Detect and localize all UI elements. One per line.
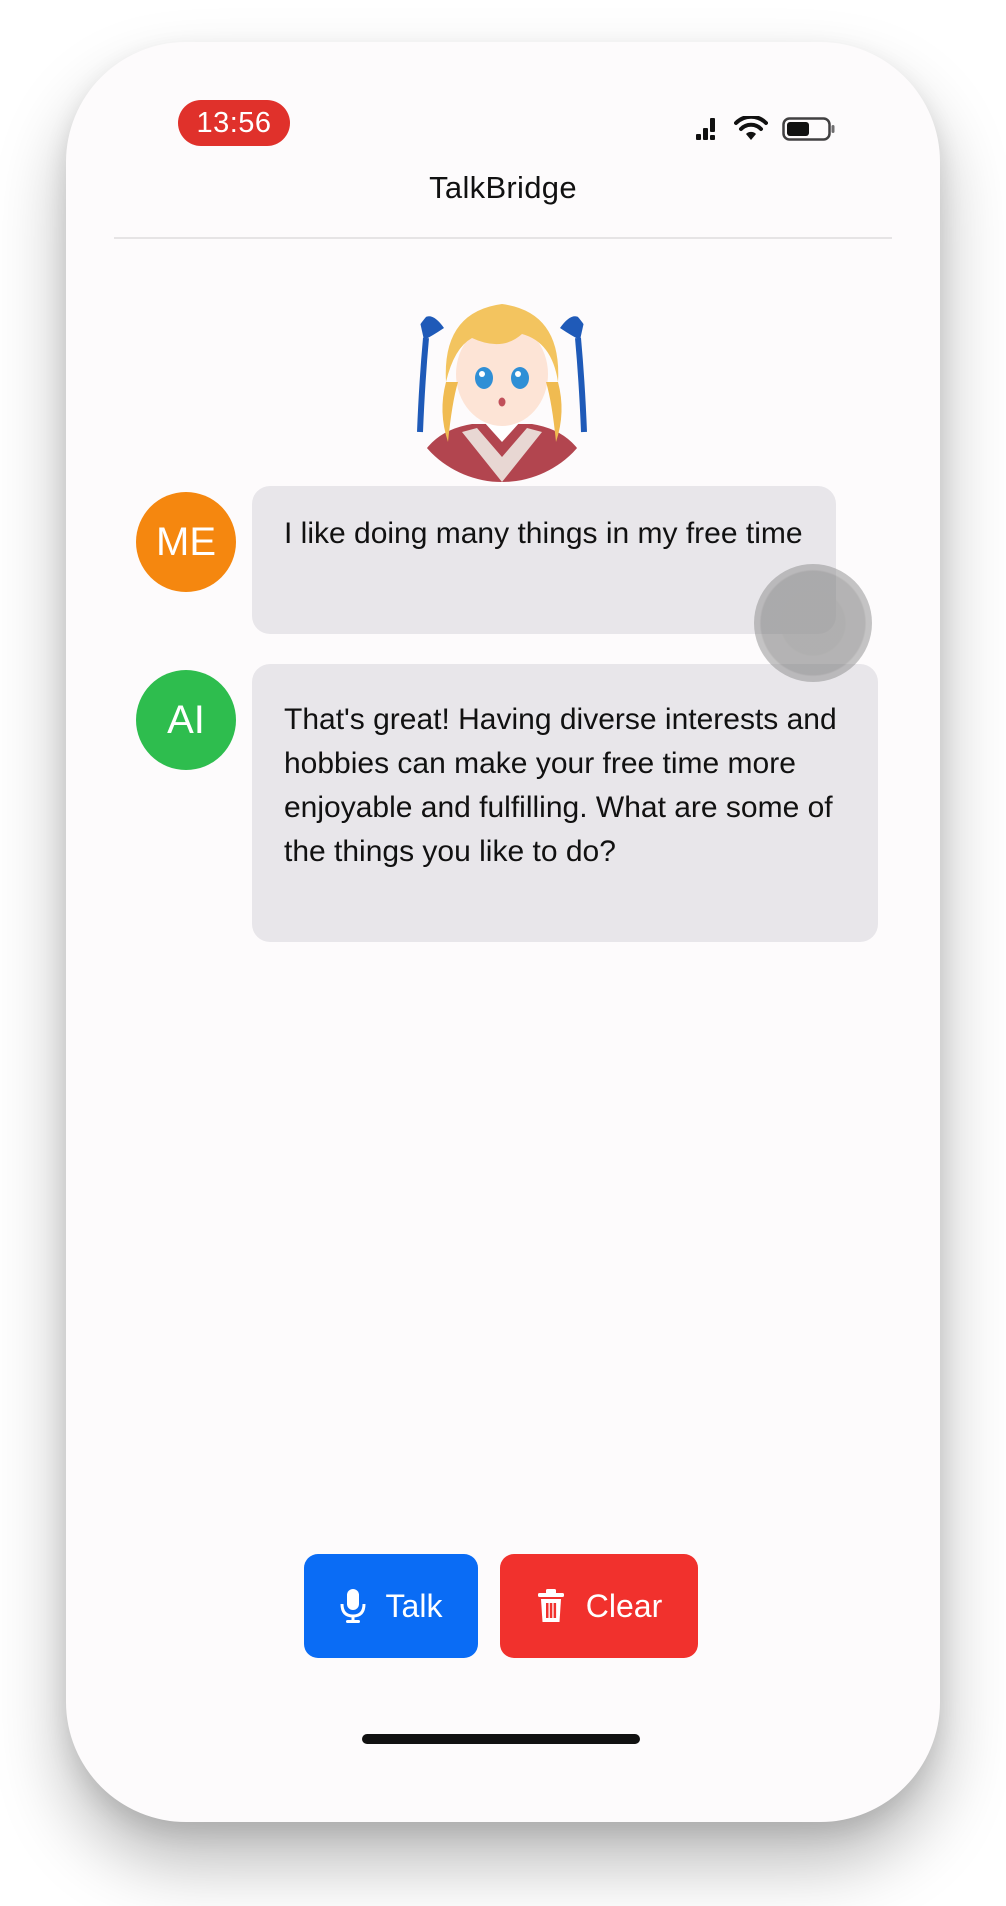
- sender-avatar-me: ME: [136, 492, 236, 592]
- page-title: TalkBridge: [429, 170, 577, 205]
- message-bubble-me: I like doing many things in my free time: [252, 486, 836, 634]
- phone-frame: 13:56 TalkBridge ME I like doing many th…: [66, 42, 940, 1822]
- character-avatar: [402, 282, 602, 482]
- nav-divider: [114, 237, 892, 239]
- sender-avatar-ai: AI: [136, 670, 236, 770]
- clear-button-label: Clear: [585, 1587, 663, 1624]
- microphone-icon: [340, 1589, 366, 1623]
- home-indicator[interactable]: [362, 1734, 640, 1744]
- clear-button[interactable]: Clear: [500, 1554, 698, 1658]
- touch-indicator: [754, 564, 872, 682]
- status-time: 13:56: [178, 100, 290, 146]
- status-icons: [694, 114, 836, 144]
- talk-button-label: Talk: [385, 1587, 443, 1624]
- talk-button[interactable]: Talk: [304, 1554, 478, 1658]
- battery-icon: [782, 117, 835, 141]
- cellular-signal-icon: [696, 118, 715, 140]
- message-bubble-ai: That's great! Having diverse interests a…: [252, 664, 878, 942]
- wifi-icon: [734, 116, 768, 140]
- trash-icon: [537, 1589, 564, 1622]
